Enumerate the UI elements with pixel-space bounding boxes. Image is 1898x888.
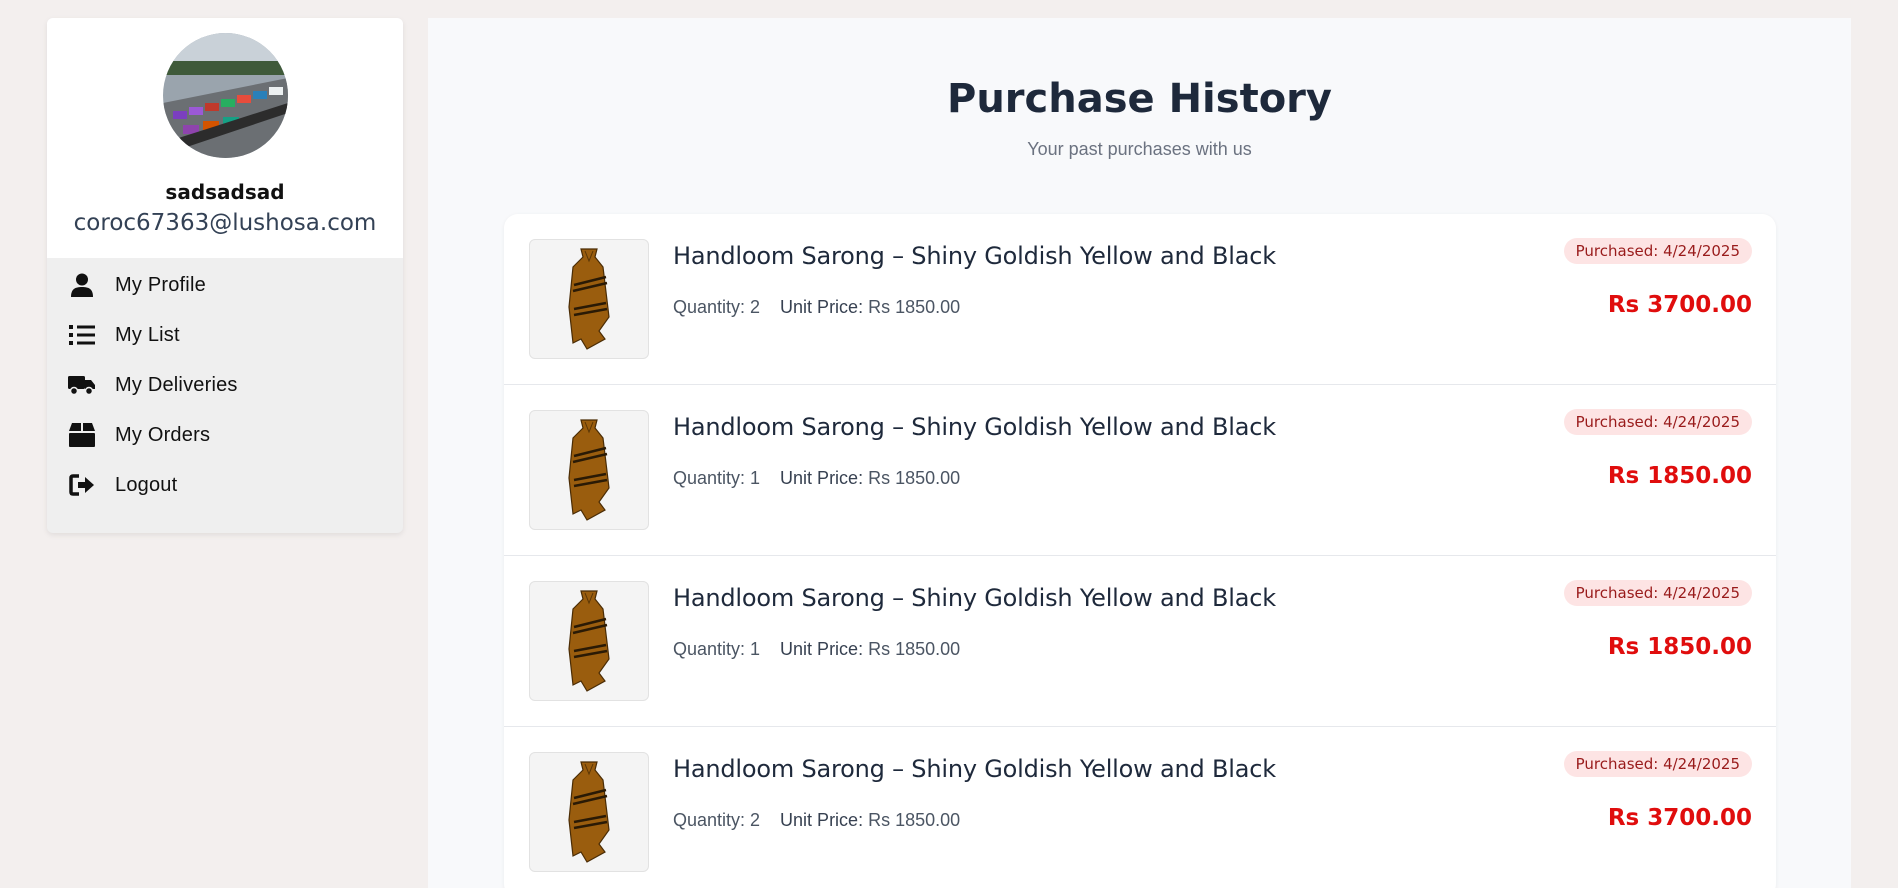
purchase-meta: Quantity: 1 Unit Price: Rs 1850.00 bbox=[673, 468, 960, 489]
sidebar-item-my-deliveries[interactable]: My Deliveries bbox=[47, 360, 403, 410]
total-price: Rs 1850.00 bbox=[1607, 463, 1752, 489]
product-name[interactable]: Handloom Sarong – Shiny Goldish Yellow a… bbox=[673, 413, 1276, 441]
sarong-image bbox=[568, 248, 610, 350]
page-title: Purchase History bbox=[947, 76, 1332, 122]
truck-icon bbox=[67, 372, 97, 398]
sarong-image bbox=[568, 419, 610, 521]
purchase-date-badge: Purchased: 4/24/2025 bbox=[1563, 238, 1752, 264]
unit-price: Unit Price: Rs 1850.00 bbox=[780, 468, 960, 489]
sidebar-item-label: My Deliveries bbox=[115, 373, 238, 396]
sidebar-item-logout[interactable]: Logout bbox=[47, 460, 403, 510]
sidebar-item-my-list[interactable]: My List bbox=[47, 310, 403, 360]
username: sadsadsad bbox=[165, 180, 285, 204]
purchase-row: Handloom Sarong – Shiny Goldish Yellow a… bbox=[504, 556, 1776, 727]
purchase-list: Handloom Sarong – Shiny Goldish Yellow a… bbox=[504, 214, 1776, 888]
sidebar-item-label: Logout bbox=[115, 473, 178, 496]
user-icon bbox=[67, 272, 97, 298]
unit-price: Unit Price: Rs 1850.00 bbox=[780, 810, 960, 831]
user-email: coroc67363@lushosa.com bbox=[73, 210, 377, 236]
quantity: Quantity: 2 bbox=[673, 810, 761, 830]
product-image[interactable] bbox=[529, 239, 649, 359]
sidebar-menu: My Profile My List My Deliveries My Orde… bbox=[47, 258, 403, 510]
purchase-row: Handloom Sarong – Shiny Goldish Yellow a… bbox=[504, 385, 1776, 556]
product-name[interactable]: Handloom Sarong – Shiny Goldish Yellow a… bbox=[673, 242, 1276, 270]
purchase-meta: Quantity: 1 Unit Price: Rs 1850.00 bbox=[673, 639, 960, 660]
purchase-row: Handloom Sarong – Shiny Goldish Yellow a… bbox=[504, 214, 1776, 385]
box-icon bbox=[67, 422, 97, 448]
unit-price-label: Unit Price: bbox=[780, 810, 864, 830]
purchase-meta: Quantity: 2 Unit Price: Rs 1850.00 bbox=[673, 297, 960, 318]
product-name[interactable]: Handloom Sarong – Shiny Goldish Yellow a… bbox=[673, 584, 1276, 612]
sidebar-item-my-profile[interactable]: My Profile bbox=[47, 260, 403, 310]
total-price: Rs 3700.00 bbox=[1607, 292, 1752, 318]
product-image[interactable] bbox=[529, 752, 649, 872]
page-subtitle: Your past purchases with us bbox=[1027, 139, 1252, 159]
quantity: Quantity: 2 bbox=[673, 297, 761, 317]
unit-price-value: Rs 1850.00 bbox=[868, 639, 961, 659]
purchase-date-badge: Purchased: 4/24/2025 bbox=[1563, 409, 1752, 435]
sarong-image bbox=[568, 590, 610, 692]
unit-price-value: Rs 1850.00 bbox=[868, 468, 961, 488]
total-price: Rs 1850.00 bbox=[1607, 634, 1752, 660]
unit-price-value: Rs 1850.00 bbox=[868, 297, 961, 317]
unit-price-value: Rs 1850.00 bbox=[868, 810, 961, 830]
quantity: Quantity: 1 bbox=[673, 639, 761, 659]
unit-price-label: Unit Price: bbox=[780, 297, 864, 317]
unit-price: Unit Price: Rs 1850.00 bbox=[780, 297, 960, 318]
main-content: Purchase History Your past purchases wit… bbox=[428, 18, 1851, 888]
unit-price: Unit Price: Rs 1850.00 bbox=[780, 639, 960, 660]
profile-card: sadsadsad coroc67363@lushosa.com bbox=[47, 18, 403, 258]
unit-price-label: Unit Price: bbox=[780, 639, 864, 659]
product-name[interactable]: Handloom Sarong – Shiny Goldish Yellow a… bbox=[673, 755, 1276, 783]
unit-price-label: Unit Price: bbox=[780, 468, 864, 488]
purchase-date-badge: Purchased: 4/24/2025 bbox=[1563, 580, 1752, 606]
sidebar: sadsadsad coroc67363@lushosa.com My Prof… bbox=[47, 18, 403, 533]
product-image[interactable] bbox=[529, 410, 649, 530]
purchase-row: Handloom Sarong – Shiny Goldish Yellow a… bbox=[504, 727, 1776, 888]
sidebar-item-label: My Orders bbox=[115, 423, 211, 446]
sidebar-item-label: My Profile bbox=[115, 273, 206, 296]
purchase-date-badge: Purchased: 4/24/2025 bbox=[1563, 751, 1752, 777]
logout-icon bbox=[67, 472, 97, 498]
avatar bbox=[162, 33, 288, 158]
total-price: Rs 3700.00 bbox=[1607, 805, 1752, 831]
sarong-image bbox=[568, 761, 610, 863]
sidebar-item-label: My List bbox=[115, 323, 180, 346]
quantity: Quantity: 1 bbox=[673, 468, 761, 488]
list-icon bbox=[67, 322, 97, 348]
purchase-meta: Quantity: 2 Unit Price: Rs 1850.00 bbox=[673, 810, 960, 831]
product-image[interactable] bbox=[529, 581, 649, 701]
sidebar-item-my-orders[interactable]: My Orders bbox=[47, 410, 403, 460]
